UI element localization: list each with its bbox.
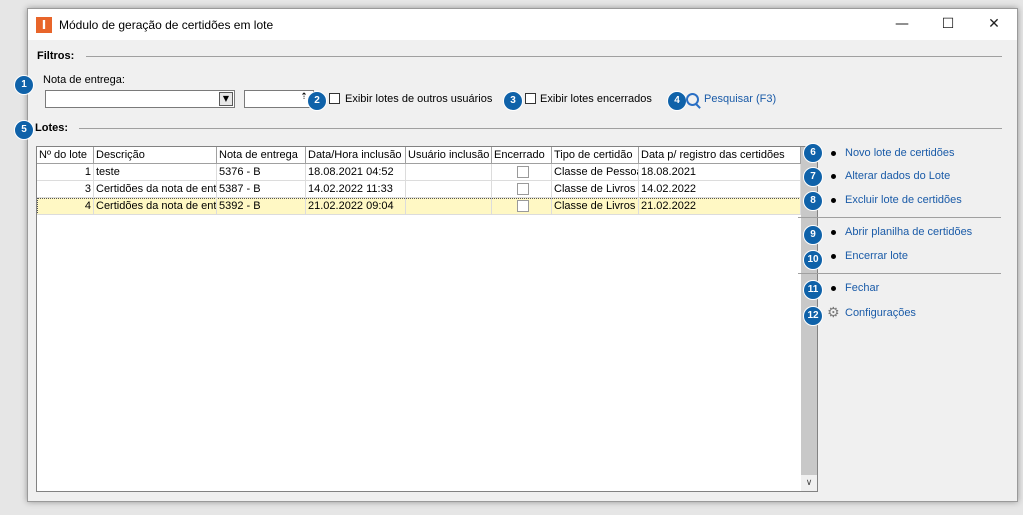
cell-data-registro: 18.08.2021	[639, 164, 801, 181]
badge-8: 8	[803, 191, 823, 211]
app-logo-icon: I	[36, 17, 52, 33]
encerrado-checkbox[interactable]	[517, 166, 529, 178]
cell-data-hora: 18.08.2021 04:52	[306, 164, 406, 181]
badge-6: 6	[803, 143, 823, 163]
badge-12: 12	[803, 306, 823, 326]
nota-entrega-combo[interactable]: ▼	[45, 90, 235, 108]
bullet-icon	[831, 286, 836, 291]
cell-tipo: Classe de Livros	[552, 181, 639, 198]
cell-descricao: teste	[94, 164, 217, 181]
cell-num: 4	[37, 198, 94, 215]
table-row-selected[interactable]: 4 Certidões da nota de ent 5392 - B 21.0…	[37, 198, 801, 215]
search-button[interactable]: Pesquisar (F3)	[704, 93, 776, 105]
cell-data-registro: 21.02.2022	[639, 198, 801, 215]
cell-data-hora: 21.02.2022 09:04	[306, 198, 406, 215]
cell-encerrado	[492, 198, 552, 215]
nota-entrega-label: Nota de entrega:	[43, 74, 125, 86]
configuracoes-link[interactable]: Configurações	[845, 307, 916, 319]
fechar-link[interactable]: Fechar	[845, 282, 879, 294]
badge-1: 1	[14, 75, 34, 95]
badge-11: 11	[803, 280, 823, 300]
cell-usuario	[406, 198, 492, 215]
filters-divider	[86, 56, 1002, 57]
show-closed-label: Exibir lotes encerrados	[540, 93, 652, 105]
encerrar-lote-link[interactable]: Encerrar lote	[845, 250, 908, 262]
encerrado-checkbox[interactable]	[517, 200, 529, 212]
maximize-button[interactable]: ☐	[925, 9, 971, 40]
badge-2: 2	[307, 91, 327, 111]
cell-encerrado	[492, 164, 552, 181]
bullet-icon	[831, 151, 836, 156]
window-title: Módulo de geração de certidões em lote	[59, 18, 274, 32]
grid-header: Nº do lote Descrição Nota de entrega Dat…	[37, 147, 801, 164]
cell-nota: 5376 - B	[217, 164, 306, 181]
cell-num: 3	[37, 181, 94, 198]
minimize-button[interactable]: —	[879, 9, 925, 40]
alterar-lote-link[interactable]: Alterar dados do Lote	[845, 170, 950, 182]
scroll-down-icon[interactable]: ∨	[801, 475, 817, 491]
badge-3: 3	[503, 91, 523, 111]
cell-data-registro: 14.02.2022	[639, 181, 801, 198]
badge-5: 5	[14, 120, 34, 140]
bullet-icon	[831, 230, 836, 235]
cell-usuario	[406, 164, 492, 181]
cell-nota: 5387 - B	[217, 181, 306, 198]
cell-descricao: Certidões da nota de ent	[94, 181, 217, 198]
cell-data-hora: 14.02.2022 11:33	[306, 181, 406, 198]
search-icon[interactable]	[686, 93, 699, 106]
encerrado-checkbox[interactable]	[517, 183, 529, 195]
novo-lote-link[interactable]: Novo lote de certidões	[845, 147, 954, 159]
cell-tipo: Classe de Livros	[552, 198, 639, 215]
bullet-icon	[831, 174, 836, 179]
chevron-down-icon[interactable]: ▼	[219, 92, 233, 106]
show-other-users-label: Exibir lotes de outros usuários	[345, 93, 493, 105]
column-header[interactable]: Descrição	[94, 147, 217, 163]
number-field[interactable]: ⇡	[244, 90, 314, 108]
column-header[interactable]: Data p/ registro das certidões	[639, 147, 801, 163]
badge-9: 9	[803, 225, 823, 245]
column-header[interactable]: Nº do lote	[37, 147, 94, 163]
abrir-planilha-link[interactable]: Abrir planilha de certidões	[845, 226, 972, 238]
cell-encerrado	[492, 181, 552, 198]
show-other-users-checkbox[interactable]	[329, 93, 340, 104]
column-header[interactable]: Data/Hora inclusão	[306, 147, 406, 163]
column-header[interactable]: Encerrado	[492, 147, 552, 163]
column-header[interactable]: Tipo de certidão	[552, 147, 639, 163]
lotes-divider	[79, 128, 1002, 129]
show-closed-checkbox[interactable]	[525, 93, 536, 104]
badge-10: 10	[803, 250, 823, 270]
lotes-grid[interactable]: Nº do lote Descrição Nota de entrega Dat…	[36, 146, 818, 492]
cell-nota: 5392 - B	[217, 198, 306, 215]
cell-usuario	[406, 181, 492, 198]
close-button[interactable]: ✕	[971, 9, 1017, 40]
cell-tipo: Classe de Pessoa	[552, 164, 639, 181]
lotes-section-label: Lotes:	[35, 122, 68, 134]
title-bar: I Módulo de geração de certidões em lote…	[28, 9, 1017, 40]
badge-7: 7	[803, 167, 823, 187]
column-header[interactable]: Usuário inclusão	[406, 147, 492, 163]
main-window: I Módulo de geração de certidões em lote…	[14, 8, 1018, 502]
column-header[interactable]: Nota de entrega	[217, 147, 306, 163]
badge-4: 4	[667, 91, 687, 111]
bullet-icon	[831, 198, 836, 203]
gear-icon: ⚙	[827, 305, 840, 321]
bullet-icon	[831, 254, 836, 259]
table-row[interactable]: 3 Certidões da nota de ent 5387 - B 14.0…	[37, 181, 801, 198]
table-row[interactable]: 1 teste 5376 - B 18.08.2021 04:52 Classe…	[37, 164, 801, 181]
actions-divider	[798, 217, 1001, 218]
actions-divider	[798, 273, 1001, 274]
filters-section-label: Filtros:	[37, 50, 75, 62]
cell-descricao: Certidões da nota de ent	[94, 198, 217, 215]
cell-num: 1	[37, 164, 94, 181]
excluir-lote-link[interactable]: Excluir lote de certidões	[845, 194, 962, 206]
